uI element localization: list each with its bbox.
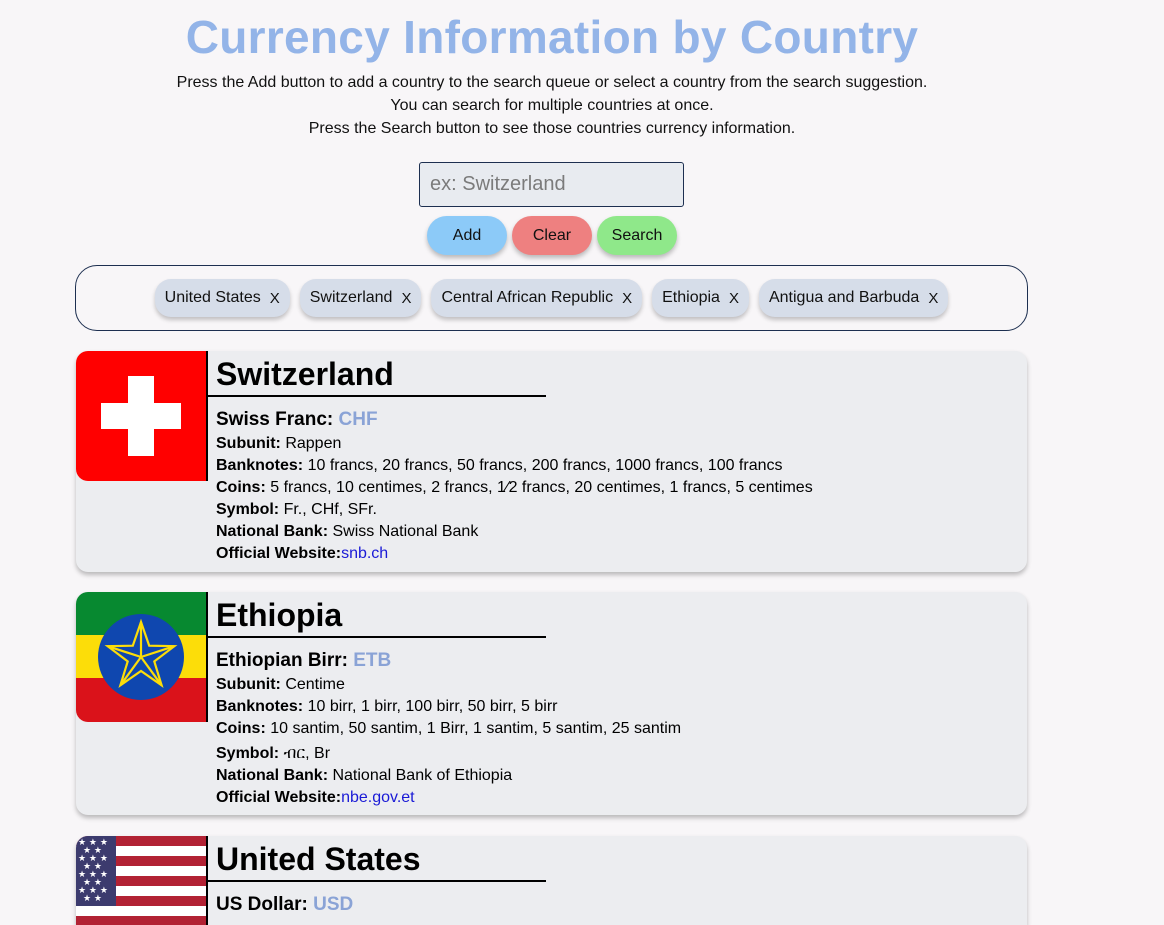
banknotes-value: 10 francs, 20 francs, 50 francs, 200 fra… xyxy=(307,457,783,474)
field-label: Subunit: xyxy=(216,435,281,452)
coins-value: 10 santim, 50 santim, 1 Birr, 1 santim, … xyxy=(270,720,682,737)
remove-chip-button[interactable]: X xyxy=(729,290,739,307)
field-label: Official Website: xyxy=(216,545,342,562)
currency-info: Ethiopian Birr: ETB Subunit: Centime Ban… xyxy=(216,649,681,809)
field-label: Banknotes: xyxy=(216,457,304,474)
remove-chip-button[interactable]: X xyxy=(622,290,632,307)
search-queue: United States X Switzerland X Central Af… xyxy=(75,265,1028,331)
remove-chip-button[interactable]: X xyxy=(928,290,938,307)
united-states-flag-icon: ★ ★ ★ ★ ★ ★ ★ ★ ★ ★ ★ ★ ★ ★ ★ ★ ★ ★ ★ ★ xyxy=(76,836,206,925)
currency-code: ETB xyxy=(353,650,392,671)
field-label: National Bank: xyxy=(216,523,329,540)
page-title: Currency Information by Country xyxy=(185,11,919,63)
queue-chip-antigua-and-barbuda: Antigua and Barbuda X xyxy=(758,279,949,317)
country-name: Ethiopia xyxy=(216,597,343,633)
website-row: Official Website:nbe.gov.et xyxy=(216,787,681,809)
name-underline xyxy=(208,636,546,638)
search-button[interactable]: Search xyxy=(597,216,677,255)
instruction-line: You can search for multiple countries at… xyxy=(390,97,714,114)
banknotes-row: Banknotes: 10 birr, 1 birr, 100 birr, 50… xyxy=(216,696,681,718)
currency-card-ethiopia: Ethiopia Ethiopian Birr: ETB Subunit: Ce… xyxy=(76,592,1027,815)
symbol-row: Symbol: Fr., CHf, SFr. xyxy=(216,499,813,521)
coins-row: Coins: 10 santim, 50 santim, 1 Birr, 1 s… xyxy=(216,718,681,740)
field-label: Banknotes: xyxy=(216,698,304,715)
field-label: Coins: xyxy=(216,479,266,496)
name-underline xyxy=(208,880,546,882)
flag-divider xyxy=(206,592,208,722)
currency-code: USD xyxy=(313,894,354,915)
currency-name: Ethiopian Birr: xyxy=(216,650,348,671)
ethiopia-flag-icon xyxy=(76,592,206,722)
queue-chip-label: United States xyxy=(164,289,261,306)
subunit-value: Centime xyxy=(285,676,345,693)
currency-code: CHF xyxy=(338,409,378,430)
banknotes-row: Banknotes: 10 francs, 20 francs, 50 fran… xyxy=(216,455,813,477)
bank-row: National Bank: Swiss National Bank xyxy=(216,521,813,543)
currency-card-united-states: ★ ★ ★ ★ ★ ★ ★ ★ ★ ★ ★ ★ ★ ★ ★ ★ ★ ★ ★ ★ … xyxy=(76,836,1027,925)
banknotes-value: 10 birr, 1 birr, 100 birr, 50 birr, 5 bi… xyxy=(307,698,558,715)
field-label: Subunit: xyxy=(216,676,281,693)
subunit-row: Subunit: Rappen xyxy=(216,433,813,455)
currency-name: Swiss Franc: xyxy=(216,409,334,430)
instruction-line: Press the Add button to add a country to… xyxy=(176,74,928,91)
queue-chip-label: Central African Republic xyxy=(441,289,614,306)
remove-chip-button[interactable]: X xyxy=(401,290,411,307)
instructions: Press the Add button to add a country to… xyxy=(0,71,1104,140)
coins-value: 5 francs, 10 centimes, 2 francs, 1⁄2 fra… xyxy=(270,479,813,496)
currency-heading: US Dollar: USD xyxy=(216,893,353,917)
subunit-value: Rappen xyxy=(285,435,342,452)
website-link[interactable]: nbe.gov.et xyxy=(341,789,415,806)
remove-chip-button[interactable]: X xyxy=(270,290,280,307)
instruction-line: Press the Search button to see those cou… xyxy=(308,120,796,137)
bank-value: National Bank of Ethiopia xyxy=(332,767,513,784)
queue-chip-switzerland: Switzerland X xyxy=(299,279,422,317)
add-button[interactable]: Add xyxy=(427,216,507,255)
clear-button[interactable]: Clear xyxy=(512,216,592,255)
queue-chip-ethiopia: Ethiopia X xyxy=(652,279,749,317)
switzerland-flag-icon xyxy=(76,351,206,481)
website-link[interactable]: snb.ch xyxy=(341,545,388,562)
queue-chip-label: Ethiopia xyxy=(662,289,720,306)
field-label: Symbol: xyxy=(216,745,280,762)
currency-name: US Dollar: xyxy=(216,894,308,915)
subunit-row: Subunit: Centime xyxy=(216,674,681,696)
field-label: National Bank: xyxy=(216,767,329,784)
field-label: Coins: xyxy=(216,720,266,737)
currency-heading: Ethiopian Birr: ETB xyxy=(216,649,681,673)
symbol-value: ብር, Br xyxy=(283,745,331,762)
coins-row: Coins: 5 francs, 10 centimes, 2 francs, … xyxy=(216,477,813,499)
queue-chip-central-african-republic: Central African Republic X xyxy=(431,279,643,317)
bank-value: Swiss National Bank xyxy=(332,523,479,540)
currency-info: US Dollar: USD xyxy=(216,893,353,918)
currency-info: Swiss Franc: CHF Subunit: Rappen Banknot… xyxy=(216,408,813,565)
queue-chip-label: Switzerland xyxy=(309,289,393,306)
symbol-value: Fr., CHf, SFr. xyxy=(283,501,377,518)
flag-divider xyxy=(206,351,208,481)
website-row: Official Website:snb.ch xyxy=(216,543,813,565)
country-search-input[interactable] xyxy=(419,162,684,207)
currency-heading: Swiss Franc: CHF xyxy=(216,408,813,432)
name-underline xyxy=(208,395,546,397)
queue-chip-label: Antigua and Barbuda xyxy=(768,289,920,306)
country-name: Switzerland xyxy=(216,356,394,392)
queue-chip-united-states: United States X xyxy=(154,279,290,317)
field-label: Official Website: xyxy=(216,789,342,806)
svg-text:★ ★: ★ ★ xyxy=(83,894,102,904)
country-name: United States xyxy=(216,841,421,877)
currency-card-switzerland: Switzerland Swiss Franc: CHF Subunit: Ra… xyxy=(76,351,1027,572)
bank-row: National Bank: National Bank of Ethiopia xyxy=(216,765,681,787)
symbol-row: Symbol: ብር, Br xyxy=(216,743,681,765)
field-label: Symbol: xyxy=(216,501,280,518)
